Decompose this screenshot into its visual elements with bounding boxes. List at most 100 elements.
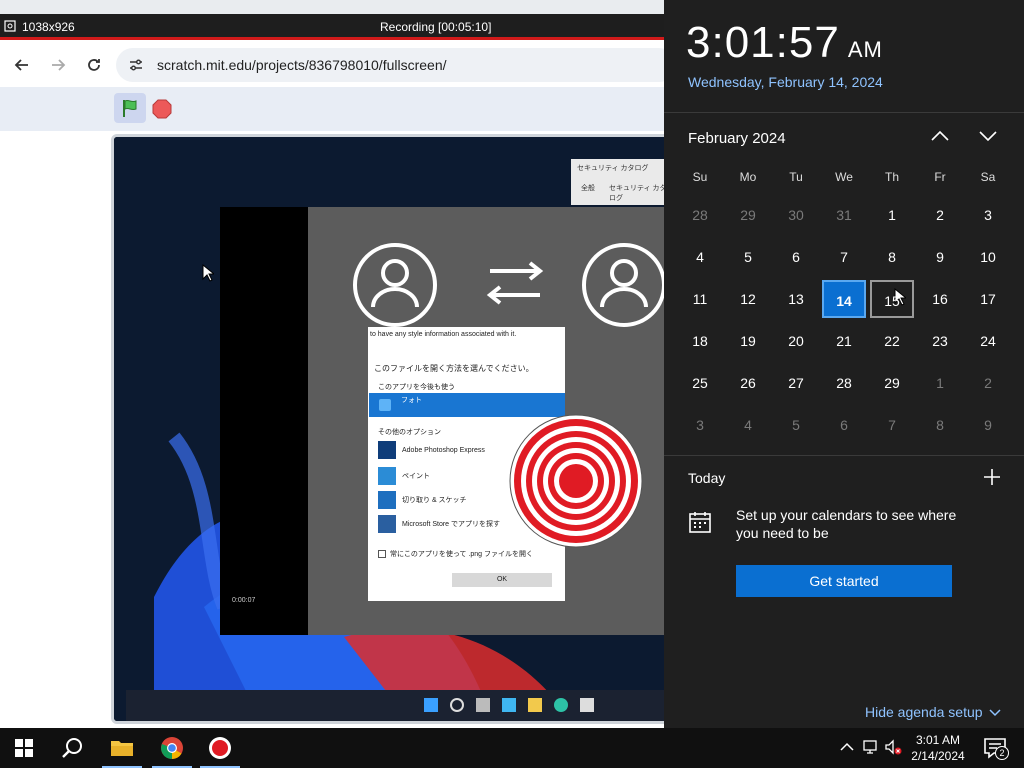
calendar-day[interactable]: 27 [774,364,818,402]
calendar-day[interactable]: 19 [726,322,770,360]
next-month-button[interactable] [976,124,1000,148]
target-sprite[interactable] [508,413,644,549]
capture-region-icon [4,20,16,32]
calendar-day[interactable]: 24 [966,322,1010,360]
calendar-day[interactable]: 23 [918,322,962,360]
calendar-day[interactable]: 9 [918,238,962,276]
calendar-day[interactable]: 22 [870,322,914,360]
stop-sign-icon[interactable] [152,99,172,119]
calendar-day[interactable]: 31 [822,196,866,234]
calendar-day[interactable]: 5 [774,406,818,444]
calendar-day[interactable]: 11 [678,280,722,318]
snip-sketch-icon [378,491,396,509]
forward-button[interactable] [46,53,70,77]
calendar-day[interactable]: 17 [966,280,1010,318]
calendar-day[interactable]: 28 [678,196,722,234]
dialog-question: このファイルを開く方法を選んでください。 [374,364,534,373]
divider [664,455,1024,456]
calendar-day[interactable]: 26 [726,364,770,402]
calendar-day[interactable]: 7 [822,238,866,276]
calendar-day[interactable]: 8 [918,406,962,444]
app-option[interactable]: Microsoft Store でアプリを探す [378,515,500,533]
calendar-day[interactable]: 8 [870,238,914,276]
calendar-day[interactable]: 9 [966,406,1010,444]
taskbar-clock[interactable]: 3:01 AM 2/14/2024 [900,732,976,764]
calendar-day[interactable]: 5 [726,238,770,276]
calendar-day[interactable]: 2 [966,364,1010,402]
divider [664,112,1024,113]
app-option-label: Adobe Photoshop Express [402,446,485,454]
embedded-store-icon [580,698,594,712]
show-hidden-icons-icon[interactable] [838,738,856,756]
taskbar: 3:01 AM 2/14/2024 2 [0,728,1024,768]
calendar-day[interactable]: 18 [678,322,722,360]
url-text: scratch.mit.edu/projects/836798010/fulls… [157,57,447,73]
calendar-day[interactable]: 25 [678,364,722,402]
calendar-day[interactable]: 7 [870,406,914,444]
calendar-day[interactable]: 29 [870,364,914,402]
calendar-day[interactable]: 28 [822,364,866,402]
calendar-day[interactable]: 10 [966,238,1010,276]
calendar-day[interactable]: 2 [918,196,962,234]
notification-count-badge: 2 [995,746,1009,760]
calendar-day-today[interactable]: 14 [822,280,866,318]
calendar-day[interactable]: 21 [822,322,866,360]
green-flag-icon [123,99,137,117]
forward-arrow-icon [52,59,66,71]
scratch-controls [0,87,664,131]
calendar-day[interactable]: 29 [726,196,770,234]
calendar-day[interactable]: 6 [822,406,866,444]
embedded-widgets-icon [502,698,516,712]
chrome-button[interactable] [148,728,196,768]
weekday-label: Su [692,170,708,184]
always-use-checkbox[interactable]: 常にこのアプリを使って .png ファイルを開く [378,549,533,559]
recorder-button[interactable] [196,728,244,768]
site-settings-icon[interactable] [128,57,144,73]
get-started-button[interactable]: Get started [736,565,952,597]
add-event-button[interactable] [982,467,1002,487]
calendar-day[interactable]: 4 [726,406,770,444]
embedded-edge-icon [554,698,568,712]
calendar-day[interactable]: 20 [774,322,818,360]
calendar-day[interactable]: 16 [918,280,962,318]
previous-month-button[interactable] [928,124,952,148]
app-option[interactable]: Adobe Photoshop Express [378,441,485,459]
back-button[interactable] [10,53,34,77]
chrome-icon [161,737,183,759]
calendar-day[interactable]: 13 [774,280,818,318]
weekday-label: We [835,170,853,184]
hide-agenda-link[interactable]: Hide agenda setup [865,704,1001,720]
recording-title: Recording [00:05:10] [380,20,492,34]
calendar-day[interactable]: 4 [678,238,722,276]
calendar-day[interactable]: 15 [870,280,914,318]
calendar-day[interactable]: 30 [774,196,818,234]
long-date-link[interactable]: Wednesday, February 14, 2024 [688,74,883,90]
reload-button[interactable] [82,53,106,77]
app-option[interactable]: 切り取り & スケッチ [378,491,467,509]
calendar-day[interactable]: 12 [726,280,770,318]
network-icon[interactable] [862,738,880,756]
dialog-header: to have any style information associated… [370,331,517,338]
search-button[interactable] [48,728,96,768]
keep-using-label: このアプリを今後も使う [378,384,455,391]
file-explorer-icon [111,741,133,756]
start-button[interactable] [0,728,48,768]
other-options-label: その他のオプション [378,429,441,436]
clock-ampm: AM [847,37,883,62]
file-explorer-button[interactable] [98,728,146,768]
address-bar[interactable]: scratch.mit.edu/projects/836798010/fulls… [116,48,676,82]
calendar-day[interactable]: 6 [774,238,818,276]
calendar-day[interactable]: 1 [918,364,962,402]
ok-button[interactable]: OK [452,573,552,587]
calendar-day[interactable]: 1 [870,196,914,234]
month-label[interactable]: February 2024 [688,130,786,147]
green-flag-button[interactable] [114,93,146,123]
app-option[interactable]: ペイント [378,467,430,485]
hide-agenda-label: Hide agenda setup [865,704,983,720]
calendar-day[interactable]: 3 [678,406,722,444]
security-window: セキュリティ カタログ 全般 セキュリティ カタログ [571,159,668,205]
checkbox-label: 常にこのアプリを使って .png ファイルを開く [390,551,534,558]
app-option-label: 切り取り & スケッチ [402,496,467,504]
scratch-stage[interactable]: セキュリティ カタログ 全般 セキュリティ カタログ 0:00:07 to ha… [111,134,671,724]
calendar-day[interactable]: 3 [966,196,1010,234]
